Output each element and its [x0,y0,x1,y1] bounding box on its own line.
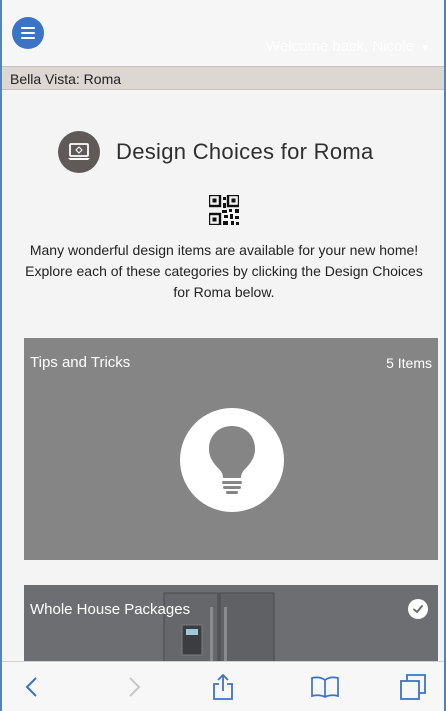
user-menu[interactable]: Welcome back, Nicole ▼ [266,38,430,55]
hamburger-menu-icon[interactable] [12,17,44,49]
top-bar: Welcome back, Nicole ▼ [2,0,444,66]
page-title-row: Design Choices for Roma [58,131,374,173]
laptop-icon [58,131,100,173]
bookmarks-icon[interactable] [310,672,340,702]
checkmark-icon [408,599,428,619]
lightbulb-icon [180,408,284,512]
qr-code-icon[interactable] [209,195,239,225]
caret-down-icon: ▼ [420,43,430,54]
tabs-icon[interactable] [398,672,428,702]
category-card-tips[interactable]: Tips and Tricks 5 Items [24,338,438,560]
item-count: 5 Items [386,355,432,371]
breadcrumb: Bella Vista: Roma [2,66,444,90]
share-icon[interactable] [208,672,238,702]
intro-text: Many wonderful design items are availabl… [25,242,423,300]
welcome-text: Welcome back, Nicole [265,38,415,55]
browser-toolbar [2,661,444,711]
card-title: Tips and Tricks [30,354,131,371]
forward-icon[interactable] [120,672,150,702]
page-title: Design Choices for Roma [116,139,374,164]
back-icon[interactable] [16,672,46,702]
card-title: Whole House Packages [30,601,191,618]
